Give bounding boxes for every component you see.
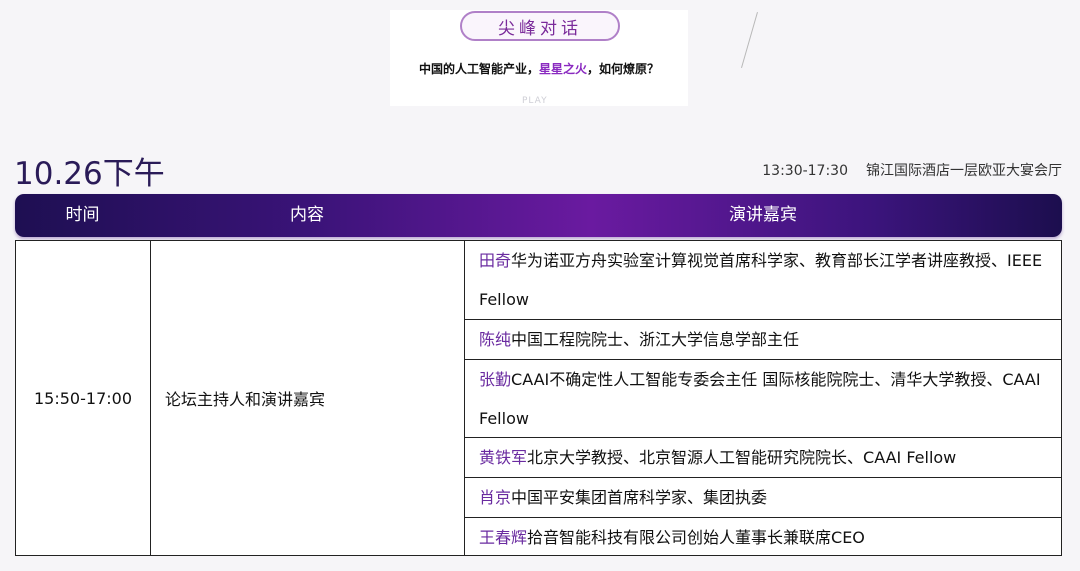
speaker-row: 黄铁军北京大学教授、北京智源人工智能研究院院长、CAAI Fellow <box>465 438 1061 478</box>
decorative-line <box>741 12 758 69</box>
headline-prefix: 中国的人工智能产业， <box>418 62 539 76</box>
speaker-row: 肖京中国平安集团首席科学家、集团执委 <box>465 478 1061 518</box>
schedule-table: 15:50-17:00 论坛主持人和演讲嘉宾 田奇华为诺亚方舟实验室计算视觉首席… <box>15 240 1062 556</box>
time-cell: 15:50-17:00 <box>16 241 151 555</box>
header-content: 内容 <box>290 205 324 225</box>
content-cell: 论坛主持人和演讲嘉宾 <box>151 241 465 555</box>
speaker-name: 肖京 <box>479 488 512 507</box>
header-speakers: 演讲嘉宾 <box>729 205 797 225</box>
session-time-range: 13:30-17:30 <box>762 163 848 179</box>
speaker-row: 田奇华为诺亚方舟实验室计算视觉首席科学家、教育部长江学者讲座教授、IEEE Fe… <box>465 241 1061 320</box>
table-header: 时间 内容 演讲嘉宾 <box>15 194 1062 237</box>
header-time: 时间 <box>65 205 100 225</box>
speaker-title: 北京大学教授、北京智源人工智能研究院院长、CAAI Fellow <box>527 448 957 467</box>
speaker-title: 中国平安集团首席科学家、集团执委 <box>511 488 768 507</box>
topic-headline: 中国的人工智能产业，星星之火，如何燎原？ <box>390 60 688 77</box>
headline-highlight: 星星之火 <box>538 62 587 76</box>
headline-suffix: ，如何燎原？ <box>587 62 660 76</box>
speaker-row: 王春辉拾音智能科技有限公司创始人董事长兼联席CEO <box>465 518 1061 555</box>
time-value: 15:50-17:00 <box>34 388 132 408</box>
speaker-title: 拾音智能科技有限公司创始人董事长兼联席CEO <box>527 528 865 547</box>
speaker-row: 陈纯中国工程院院士、浙江大学信息学部主任 <box>465 320 1061 360</box>
speaker-title: CAAI不确定性人工智能专委会主任 国际核能院院士、清华大学教授、CAAI Fe… <box>479 370 1041 428</box>
topic-banner: 尖峰对话 中国的人工智能产业，星星之火，如何燎原？ PLAY <box>390 10 688 106</box>
speaker-name: 田奇 <box>479 251 512 270</box>
speaker-name: 张勤 <box>479 370 512 389</box>
topic-pill: 尖峰对话 <box>460 11 620 41</box>
faint-watermark-text: PLAY <box>522 96 548 106</box>
speaker-name: 王春辉 <box>479 528 528 547</box>
speaker-title: 华为诺亚方舟实验室计算视觉首席科学家、教育部长江学者讲座教授、IEEE Fell… <box>479 251 1043 309</box>
speaker-name: 陈纯 <box>479 330 512 349</box>
session-meta: 13:30-17:30 锦江国际酒店一层欧亚大宴会厅 <box>762 160 1062 180</box>
speakers-column: 田奇华为诺亚方舟实验室计算视觉首席科学家、教育部长江学者讲座教授、IEEE Fe… <box>465 241 1061 555</box>
speaker-name: 黄铁军 <box>479 448 528 467</box>
speaker-row: 张勤CAAI不确定性人工智能专委会主任 国际核能院院士、清华大学教授、CAAI … <box>465 360 1061 438</box>
session-date: 10.26下午 <box>14 156 165 192</box>
content-value: 论坛主持人和演讲嘉宾 <box>165 390 326 409</box>
speaker-title: 中国工程院院士、浙江大学信息学部主任 <box>511 330 800 349</box>
session-venue: 锦江国际酒店一层欧亚大宴会厅 <box>866 163 1062 179</box>
